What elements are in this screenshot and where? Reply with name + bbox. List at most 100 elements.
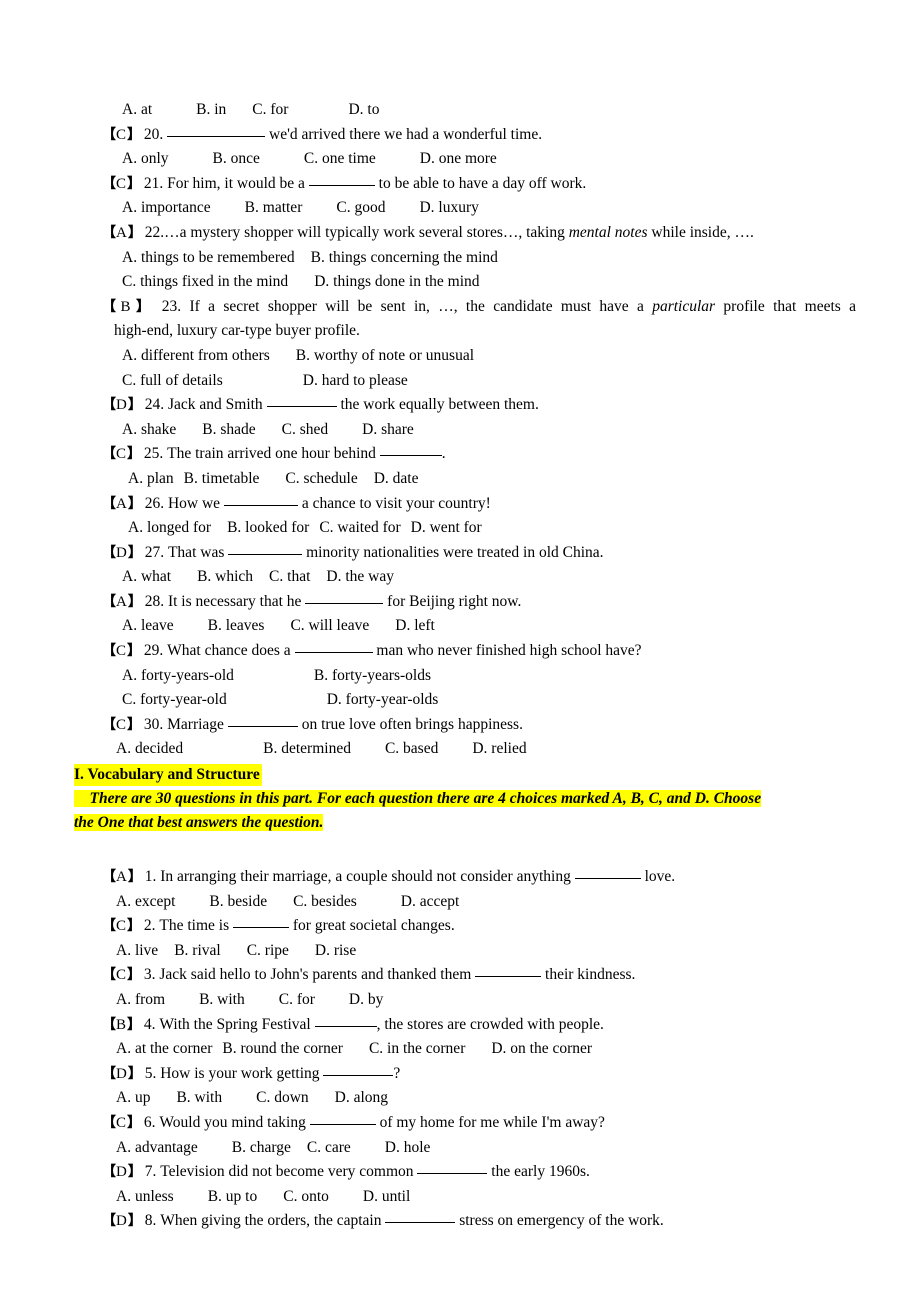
- option-b: B. leaves: [207, 617, 265, 635]
- answer-marker-8: 【D】: [102, 1213, 142, 1230]
- option-b: B. round the corner: [222, 1040, 343, 1058]
- answer-marker-21: 【C】: [102, 175, 141, 192]
- answer-blank-2: [233, 915, 290, 929]
- option-c: C. waited for: [319, 519, 401, 537]
- option-c: C. shed: [281, 420, 329, 438]
- option-c: C. care: [306, 1138, 351, 1156]
- option-line-orphan: A. at B. in C. for D. to: [88, 98, 858, 123]
- option-a: A. different from others: [122, 346, 270, 364]
- answer-marker-30: 【C】: [102, 716, 141, 733]
- question-22: 【A】 22.…a mystery shopper will typically…: [88, 221, 858, 246]
- question-text-7-post: the early 1960s.: [491, 1163, 590, 1181]
- option-c: C. for: [252, 101, 289, 118]
- question-text-23-italic: particular: [652, 297, 716, 315]
- option-a: A. things to be remembered: [122, 248, 295, 266]
- question-number-29: 29.: [143, 642, 164, 660]
- question-text-30-pre: Marriage: [167, 715, 224, 733]
- answer-marker-27: 【D】: [102, 544, 142, 561]
- question-text-29-pre: What chance does a: [167, 642, 291, 660]
- option-b: B. which: [197, 568, 254, 586]
- question-number-27: 27.: [144, 543, 165, 561]
- options-7: A. unless B. up to C. onto D. until: [88, 1185, 858, 1210]
- instruction-text-1: There are 30 questions in this part. For…: [89, 790, 762, 808]
- answer-marker-20: 【C】: [102, 126, 141, 143]
- question-number-3: 3.: [143, 966, 156, 984]
- question-number-30: 30.: [143, 715, 164, 733]
- answer-blank-5: [323, 1063, 394, 1076]
- question-number-2: 2.: [143, 917, 156, 935]
- option-c: C. will leave: [290, 617, 370, 635]
- answer-blank-30: [227, 714, 298, 727]
- option-a: A. unless: [116, 1187, 174, 1205]
- question-number-1: 1.: [144, 868, 157, 886]
- option-c: C. onto: [283, 1187, 329, 1205]
- option-a: A. advantage: [116, 1138, 198, 1156]
- answer-marker-26: 【A】: [102, 495, 142, 512]
- question-text-3-post: their kindness.: [545, 966, 636, 984]
- question-number-28: 28.: [144, 592, 165, 610]
- question-text-22-part1: …a mystery shopper will typically work s…: [164, 223, 569, 241]
- option-d: D. accept: [400, 892, 460, 910]
- question-24: 【D】 24. Jack and Smith the work equally …: [88, 393, 858, 418]
- question-27: 【D】 27. That was minority nationalities …: [88, 541, 858, 566]
- question-text-27-pre: That was: [167, 543, 225, 561]
- answer-marker-29: 【C】: [102, 643, 141, 660]
- options-29-row1: A. forty-years-old B. forty-years-olds: [88, 664, 858, 689]
- question-text-26-pre: How we: [167, 494, 221, 512]
- option-c: C. good: [336, 199, 386, 217]
- options-23-row1: A. different from others B. worthy of not…: [88, 344, 858, 369]
- answer-marker-5: 【D】: [102, 1065, 142, 1082]
- option-d: D. the way: [326, 568, 394, 586]
- option-d: D. left: [395, 617, 435, 635]
- option-a: A. at: [122, 101, 153, 118]
- option-c: C. forty-year-old: [122, 691, 227, 709]
- option-d: D. on the corner: [491, 1040, 593, 1058]
- answer-marker-6: 【C】: [102, 1114, 141, 1131]
- option-d: D. one more: [419, 150, 497, 168]
- question-number-26: 26.: [144, 494, 165, 512]
- option-b: B. matter: [244, 199, 303, 217]
- question-5: 【D】 5. How is your work getting ?: [88, 1062, 858, 1087]
- answer-marker-2: 【C】: [102, 918, 141, 935]
- option-b: B. worthy of note or unusual: [295, 346, 475, 364]
- option-b: B. determined: [263, 740, 351, 758]
- exam-page: A. at B. in C. for D. to 【C】 20. we'd arriv…: [0, 0, 920, 1302]
- options-26: A. longed for B. looked for C. waited for D…: [88, 516, 858, 541]
- option-c: C. one time: [303, 150, 376, 168]
- option-a: A. decided: [116, 740, 184, 758]
- option-c: C. full of details: [122, 371, 223, 389]
- option-b: B. looked for: [227, 519, 310, 537]
- question-text-27-post: minority nationalities were treated in o…: [306, 543, 604, 561]
- question-number-6: 6.: [143, 1113, 156, 1131]
- question-4: 【B】 4. With the Spring Festival , the st…: [88, 1013, 858, 1038]
- question-number-4: 4.: [143, 1015, 156, 1033]
- option-d: D. hole: [384, 1138, 431, 1156]
- options-23-row2: C. full of details D. hard to please: [88, 369, 858, 394]
- options-28: A. leave B. leaves C. will leave D. left: [88, 614, 858, 639]
- question-number-7: 7.: [144, 1163, 157, 1181]
- option-d: D. forty-year-olds: [326, 691, 439, 709]
- option-a: A. except: [116, 892, 176, 910]
- option-d: D. luxury: [419, 199, 479, 217]
- options-30: A. decided B. determined C. based D. relied: [88, 737, 858, 762]
- option-b: B. timetable: [183, 469, 260, 487]
- question-text-8-post: stress on emergency of the work.: [459, 1212, 664, 1230]
- option-d: D. date: [373, 469, 419, 487]
- question-21: 【C】 21. For him, it would be a to be abl…: [88, 172, 858, 197]
- section-instruction-line-2: the One that best answers the question.: [74, 814, 324, 832]
- question-number-24: 24.: [144, 396, 165, 414]
- answer-marker-1: 【A】: [102, 869, 142, 886]
- question-text-21-pre: For him, it would be a: [167, 174, 305, 192]
- answer-marker-7: 【D】: [102, 1164, 142, 1181]
- answer-blank-4: [314, 1014, 377, 1027]
- question-text-25-post: .: [441, 445, 446, 463]
- question-text-24-pre: Jack and Smith: [167, 396, 263, 414]
- option-d: D. relied: [472, 740, 527, 758]
- options-2: A. live B. rival C. ripe D. rise: [88, 939, 858, 964]
- option-c: C. schedule: [285, 469, 358, 487]
- question-26: 【A】 26. How we a chance to visit your co…: [88, 492, 858, 517]
- options-25: A. plan B. timetable C. schedule D. date: [88, 467, 858, 492]
- question-text-23-part1: If a secret shopper will be sent in, …, …: [189, 297, 653, 315]
- answer-marker-22: 【A】: [102, 224, 142, 241]
- option-d: D. rise: [314, 941, 357, 959]
